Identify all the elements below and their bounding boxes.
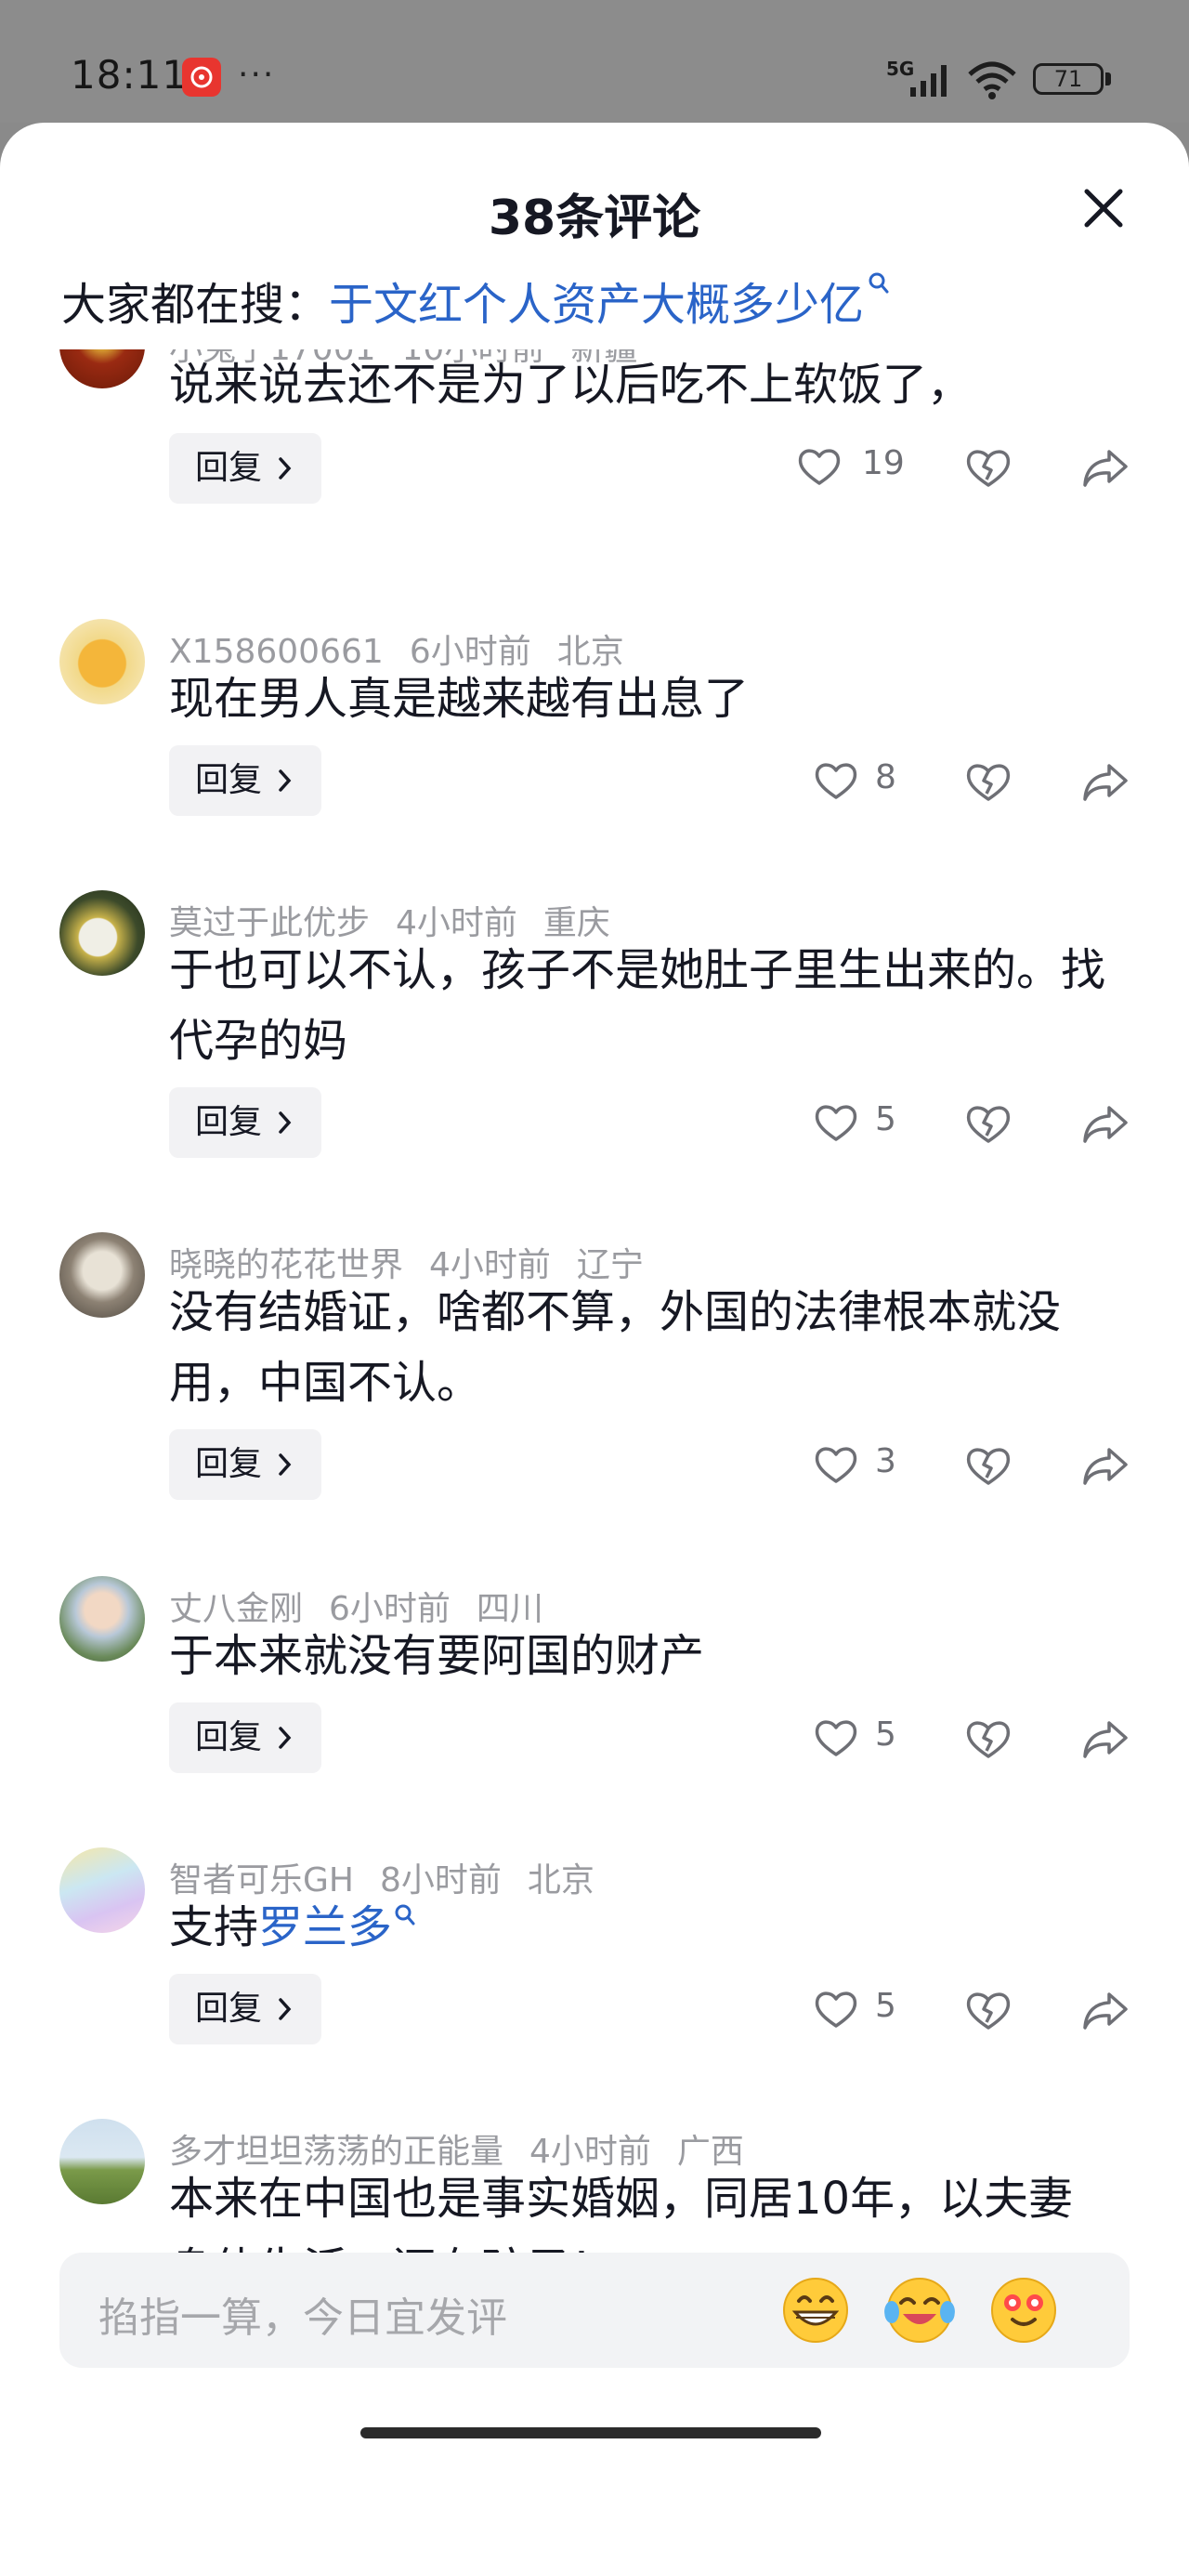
comments-title: 38条评论 [488, 191, 701, 246]
reply-label: 回复 [195, 449, 263, 487]
chevron-right-icon [279, 769, 292, 792]
like-count: 3 [875, 1442, 896, 1480]
trending-query-link[interactable]: 于文红个人资产大概多少亿 [329, 279, 864, 331]
grin-emoji-icon[interactable] [780, 2275, 851, 2346]
comment-text-prefix: 支持 [169, 1901, 259, 1953]
like-count: 8 [875, 758, 896, 796]
chevron-right-icon [279, 1998, 292, 2020]
laugh-cry-emoji-icon[interactable] [884, 2275, 955, 2346]
like-count: 5 [875, 1715, 896, 1754]
broken-heart-icon[interactable] [964, 760, 1013, 803]
wifi-icon [968, 61, 1016, 99]
avatar[interactable] [59, 2119, 145, 2204]
chevron-right-icon [279, 1111, 292, 1134]
like-count: 5 [875, 1100, 896, 1138]
heart-icon[interactable] [814, 1989, 858, 2030]
share-icon[interactable] [1081, 760, 1130, 803]
reply-button[interactable]: 回复 [169, 1429, 321, 1500]
battery-tip [1105, 72, 1111, 85]
heart-icon[interactable] [797, 446, 842, 487]
search-icon[interactable] [868, 271, 890, 296]
like-count: 19 [862, 444, 905, 482]
heart-icon[interactable] [814, 1102, 858, 1143]
avatar[interactable] [59, 619, 145, 704]
trending-search-bar: 大家都在搜：于文红个人资产大概多少亿 [61, 268, 890, 333]
reply-label: 回复 [195, 761, 263, 799]
app-notification-icon [182, 58, 221, 97]
comment-text: 现在男人真是越来越有出息了 [169, 673, 750, 725]
trending-label: 大家都在搜： [61, 279, 330, 331]
comment-list[interactable]: 小兔子1700110小时前新疆 说来说去还不是为了以后吃不上软饭了， 回复 19… [0, 349, 1189, 2344]
status-time: 18:11 [71, 52, 189, 98]
signal-icon [910, 65, 947, 97]
avatar[interactable] [59, 349, 145, 388]
status-bar: 18:11 ··· 5G 71 [0, 0, 1189, 123]
avatar[interactable] [59, 1232, 145, 1318]
reply-label: 回复 [195, 1990, 263, 2028]
comment-text: 说来说去还不是为了以后吃不上软饭了， [169, 359, 973, 411]
comment-text: 支持罗兰多 [169, 1892, 1107, 1963]
comments-sheet: 38条评论 大家都在搜：于文红个人资产大概多少亿 小兔子1700110小时前新疆… [0, 123, 1189, 2576]
reply-label: 回复 [195, 1718, 263, 1756]
reply-button[interactable]: 回复 [169, 1702, 321, 1773]
broken-heart-icon[interactable] [964, 1102, 1013, 1145]
chevron-right-icon [279, 1453, 292, 1476]
broken-heart-icon[interactable] [964, 1717, 1013, 1760]
chevron-right-icon [279, 1727, 292, 1749]
share-icon[interactable] [1081, 1989, 1130, 2031]
reply-label: 回复 [195, 1445, 263, 1483]
avatar[interactable] [59, 890, 145, 976]
share-icon[interactable] [1081, 1717, 1130, 1760]
heart-icon[interactable] [814, 1717, 858, 1758]
broken-heart-icon[interactable] [964, 1989, 1013, 2031]
share-icon[interactable] [1081, 1444, 1130, 1487]
reply-button[interactable]: 回复 [169, 745, 321, 816]
comment-input-placeholder: 掐指一算，今日宜发评 [98, 2294, 507, 2342]
reply-label: 回复 [195, 1103, 263, 1141]
share-icon[interactable] [1081, 1102, 1130, 1145]
comment-text: 于也可以不认，孩子不是她肚子里生出来的。找代孕的妈 [169, 944, 1106, 1067]
share-icon[interactable] [1081, 446, 1130, 489]
battery-indicator: 71 [1033, 63, 1104, 95]
reply-button[interactable]: 回复 [169, 1974, 321, 2044]
reply-button[interactable]: 回复 [169, 1087, 321, 1158]
more-notifications-icon: ··· [238, 56, 276, 94]
broken-heart-icon[interactable] [964, 1444, 1013, 1487]
search-icon[interactable] [394, 1903, 416, 1927]
avatar[interactable] [59, 1847, 145, 1933]
comment-text: 没有结婚证，啥都不算，外国的法律根本就没用，中国不认。 [169, 1286, 1062, 1409]
heart-icon[interactable] [814, 1444, 858, 1485]
star-eyes-emoji-icon[interactable] [988, 2275, 1059, 2346]
close-icon[interactable] [1078, 182, 1130, 234]
search-keyword-link[interactable]: 罗兰多 [258, 1901, 392, 1953]
home-indicator[interactable] [360, 2427, 821, 2438]
comment-input[interactable]: 掐指一算，今日宜发评 [59, 2253, 1130, 2368]
broken-heart-icon[interactable] [964, 446, 1013, 489]
heart-icon[interactable] [814, 760, 858, 801]
comment-text: 于本来就没有要阿国的财产 [169, 1630, 705, 1682]
like-count: 5 [875, 1987, 896, 2025]
chevron-right-icon [279, 457, 292, 480]
avatar[interactable] [59, 1576, 145, 1662]
reply-button[interactable]: 回复 [169, 433, 321, 504]
